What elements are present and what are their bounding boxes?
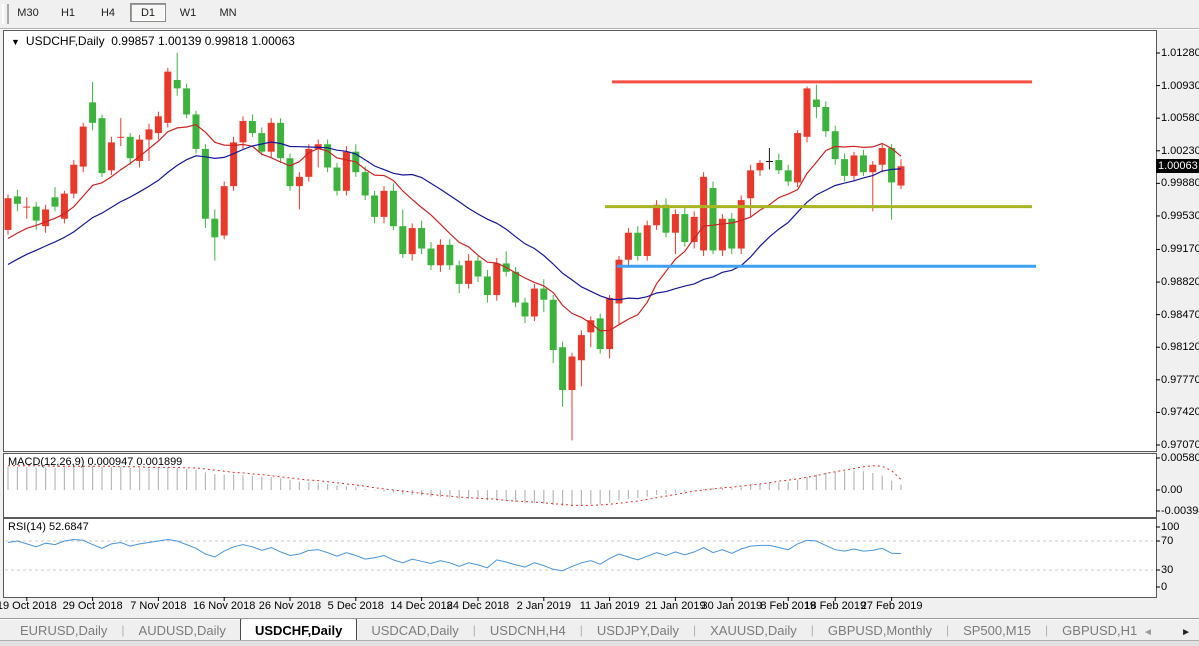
price-axis-label: 1.01280 xyxy=(1161,47,1199,59)
timeframe-buttons: M30H1H4D1W1MN xyxy=(10,3,246,22)
date-axis-label: 7 Nov 2018 xyxy=(121,600,195,612)
timeframe-button-MN[interactable]: MN xyxy=(210,3,246,22)
indicator-axis-label: 0.00 xyxy=(1161,484,1182,496)
macd-values: 0.000947 0.001899 xyxy=(87,456,182,468)
symbol-tab-XAUUSD[interactable]: XAUUSD,Daily xyxy=(696,620,811,641)
status-strip xyxy=(0,640,1199,646)
indicator-axis-label: 0 xyxy=(1161,581,1167,593)
symbol-tab-EURUSD[interactable]: EURUSD,Daily xyxy=(6,620,121,641)
tab-scroll-left-icon[interactable]: ◄ xyxy=(1143,627,1153,638)
symbol-tab-AUDUSD[interactable]: AUDUSD,Daily xyxy=(125,620,240,641)
macd-name: MACD(12,26,9) xyxy=(8,456,84,468)
timeframe-button-H1[interactable]: H1 xyxy=(50,3,86,22)
chart-symbol-label: USDCHF,Daily xyxy=(26,34,105,48)
macd-indicator-label: MACD(12,26,9) 0.000947 0.001899 xyxy=(8,456,182,468)
price-axis-label: 0.97420 xyxy=(1161,406,1199,418)
date-axis-label: 27 Feb 2019 xyxy=(855,600,929,612)
toolbar-grip-icon[interactable] xyxy=(2,4,9,24)
price-axis-label: 0.99530 xyxy=(1161,210,1199,222)
date-axis-label: 11 Jan 2019 xyxy=(573,600,647,612)
date-axis-label: 5 Dec 2018 xyxy=(319,600,393,612)
price-axis-label: 0.98820 xyxy=(1161,276,1199,288)
date-axis-label: 19 Oct 2018 xyxy=(0,600,64,612)
current-price-badge: 1.00063 xyxy=(1156,159,1199,173)
symbol-tab-USDCHF[interactable]: USDCHF,Daily xyxy=(240,619,357,641)
price-axis-label: 0.97070 xyxy=(1161,439,1199,451)
price-axis-label: 1.00930 xyxy=(1161,80,1199,92)
indicator-axis-label: 0.005802 xyxy=(1161,452,1199,464)
date-axis-label: 24 Dec 2018 xyxy=(441,600,515,612)
symbol-tab-USDCNH[interactable]: USDCNH,H4 xyxy=(476,620,580,641)
symbol-dropdown-icon[interactable]: ▼ xyxy=(11,37,20,47)
date-axis-label: 2 Jan 2019 xyxy=(507,600,581,612)
symbol-tabs: EURUSD,Daily|AUDUSD,DailyUSDCHF,DailyUSD… xyxy=(0,619,1143,641)
indicator-axis-label: -0.003945 xyxy=(1161,505,1199,517)
tab-scroll-right-icon[interactable]: ► xyxy=(1181,627,1191,638)
main-chart-pane[interactable] xyxy=(3,30,1157,452)
rsi-pane[interactable] xyxy=(3,518,1157,598)
timeframe-button-W1[interactable]: W1 xyxy=(170,3,206,22)
price-axis-label: 0.99170 xyxy=(1161,243,1199,255)
rsi-name: RSI(14) xyxy=(8,521,46,533)
price-axis-label: 0.98470 xyxy=(1161,309,1199,321)
symbol-tab-GBPUSD[interactable]: GBPUSD,Monthly xyxy=(814,620,946,641)
rsi-indicator-label: RSI(14) 52.6847 xyxy=(8,521,89,533)
timeframe-button-M30[interactable]: M30 xyxy=(10,3,46,22)
price-axis-label: 1.00580 xyxy=(1161,112,1199,124)
indicator-axis-label: 100 xyxy=(1161,521,1179,533)
indicator-axis-label: 70 xyxy=(1161,535,1173,547)
date-axis-label: 16 Nov 2018 xyxy=(187,600,261,612)
rsi-value: 52.6847 xyxy=(49,521,89,533)
symbol-tab-GBPUSD[interactable]: GBPUSD,H1 xyxy=(1048,620,1143,641)
symbol-tab-bar: EURUSD,Daily|AUDUSD,DailyUSDCHF,DailyUSD… xyxy=(0,618,1199,641)
timeframe-button-D1[interactable]: D1 xyxy=(130,3,166,22)
price-axis-label: 1.00230 xyxy=(1161,145,1199,157)
indicator-axis-label: 30 xyxy=(1161,564,1173,576)
tab-scroll-arrows: ◄ ► xyxy=(1143,627,1199,641)
symbol-tab-SP500[interactable]: SP500,M15 xyxy=(949,620,1045,641)
symbol-tab-USDJPY[interactable]: USDJPY,Daily xyxy=(583,620,693,641)
price-axis-label: 0.98120 xyxy=(1161,341,1199,353)
symbol-tab-USDCAD[interactable]: USDCAD,Daily xyxy=(357,620,472,641)
timeframe-button-H4[interactable]: H4 xyxy=(90,3,126,22)
price-axis-label: 0.97770 xyxy=(1161,374,1199,386)
price-axis-label: 0.99880 xyxy=(1161,177,1199,189)
date-axis-label: 26 Nov 2018 xyxy=(253,600,327,612)
date-axis-label: 29 Oct 2018 xyxy=(56,600,130,612)
chart-ohlc-values: 0.99857 1.00139 0.99818 1.00063 xyxy=(111,34,295,48)
timeframe-toolbar: M30H1H4D1W1MN xyxy=(0,0,1199,29)
chart-info-line: ▼ USDCHF,Daily 0.99857 1.00139 0.99818 1.… xyxy=(11,34,295,48)
